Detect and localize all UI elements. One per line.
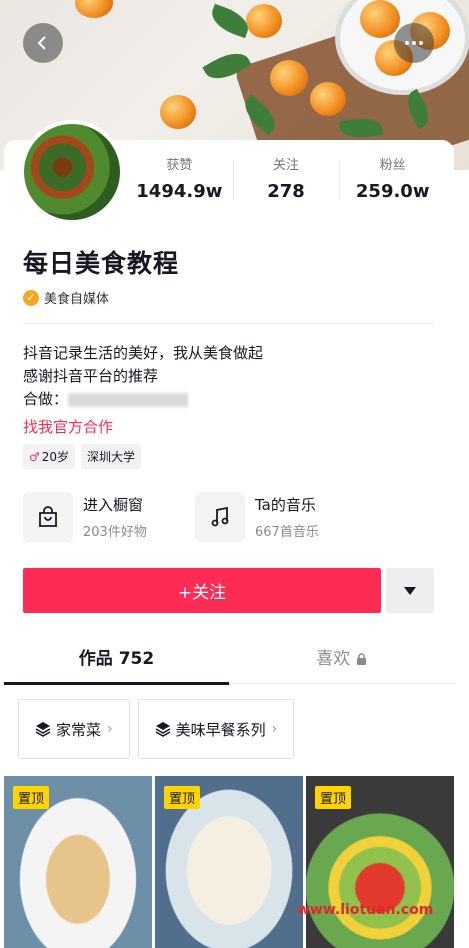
collection-label: 美味早餐系列 [175,720,266,739]
tabs: 作品 752 喜欢 [4,638,454,685]
apricot [310,82,346,116]
bio: 抖音记录生活的美好，我从美食做起 感谢抖音平台的推荐 合做： [23,342,263,411]
stat-label: 获赞 [166,158,193,173]
tab-label: 喜欢 [316,649,351,669]
divider [23,323,435,324]
music-note-icon [195,492,245,542]
tab-works[interactable]: 作品 752 [4,638,229,685]
caret-down-icon [404,586,416,595]
pinned-badge: 置顶 [164,786,201,809]
back-button[interactable] [23,23,63,63]
entry-subtitle: 203件好物 [83,525,147,540]
collab-link[interactable]: 找我官方合作 [23,416,113,437]
stat-value: 278 [267,181,305,202]
stats-row: 获赞 1494.9w 关注 278 粉丝 259.0w [126,158,446,208]
stat-label: 粉丝 [379,158,406,173]
contact-label: 合做： [23,390,69,408]
tag-label: 20岁 [41,450,70,464]
bio-line: 感谢抖音平台的推荐 [23,367,159,385]
avatar-image [24,124,120,220]
pinned-badge: 置顶 [315,786,352,809]
lock-icon [356,653,366,665]
tag-label: 深圳大学 [87,450,136,464]
verified-check-icon: ✓ [23,289,39,306]
tags: ♂ 20岁 深圳大学 [23,444,142,469]
apricot [246,4,282,38]
stat-value: 259.0w [355,181,430,202]
video-thumbnail[interactable]: 置顶 [4,776,152,948]
avatar[interactable] [20,120,124,224]
chevron-left-icon [37,36,46,50]
music-entry[interactable]: Ta的音乐 667首音乐 [195,492,367,542]
gender-icon: ♂ [29,449,40,464]
chevron-right-icon: › [271,721,278,737]
stat-label: 关注 [273,158,300,173]
layers-icon [35,722,51,737]
video-thumbnail[interactable]: 置顶 [155,776,303,948]
watermark: www.liotuan.com [297,902,434,918]
verified-label: 美食自媒体 [44,292,110,307]
video-grid: 置顶 置顶 置顶 [4,776,454,948]
apricot [75,0,113,18]
entry-title: 进入橱窗 [83,496,144,514]
contact-line: 合做： [23,388,263,411]
ellipsis-icon [405,41,423,45]
apricot [360,0,400,38]
stat-following[interactable]: 关注 278 [232,158,340,208]
more-button[interactable] [394,23,434,63]
redacted-contact [68,392,189,407]
stat-followers[interactable]: 粉丝 259.0w [339,158,446,208]
apricot [270,60,308,96]
bio-line: 抖音记录生活的美好，我从美食做起 [23,344,264,362]
tab-label: 作品 752 [78,649,155,669]
collection-item[interactable]: 美味早餐系列 › [137,699,295,759]
collection-label: 家常菜 [56,720,102,739]
stat-value: 1494.9w [136,181,223,202]
age-tag: ♂ 20岁 [23,444,76,469]
collection-item[interactable]: 家常菜 › [18,699,130,759]
pinned-badge: 置顶 [13,786,50,809]
tab-likes[interactable]: 喜欢 [229,638,454,683]
entries-row: 进入橱窗 203件好物 Ta的音乐 667首音乐 [23,492,443,542]
entry-title: Ta的音乐 [255,496,316,514]
verified-badge: ✓ 美食自媒体 [23,288,109,307]
school-tag[interactable]: 深圳大学 [81,444,142,469]
collections: 家常菜 › 美味早餐系列 › [18,699,295,759]
video-thumbnail[interactable]: 置顶 [306,776,454,948]
leaf [207,3,253,39]
more-actions-button[interactable] [386,568,434,613]
profile-name: 每日美食教程 [23,249,180,278]
entry-subtitle: 667首音乐 [255,525,319,540]
apricot [160,95,196,129]
follow-button[interactable]: +关注 [23,568,381,613]
chevron-right-icon: › [107,721,113,737]
shop-entry[interactable]: 进入橱窗 203件好物 [23,492,195,542]
stat-likes[interactable]: 获赞 1494.9w [126,158,233,208]
shopping-bag-icon [23,492,73,542]
layers-icon [155,722,170,737]
